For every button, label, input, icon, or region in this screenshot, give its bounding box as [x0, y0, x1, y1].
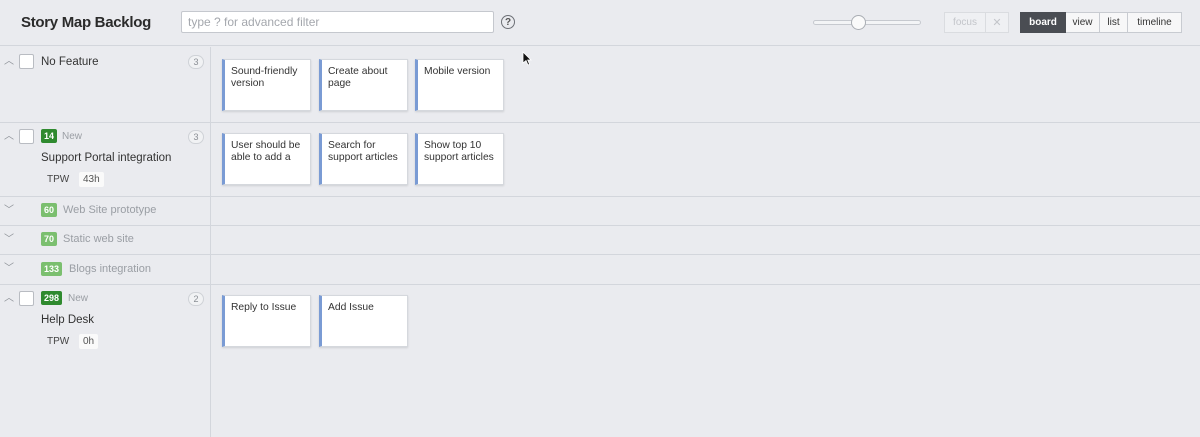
feature-title[interactable]: Help Desk [41, 314, 94, 326]
feature-state: New [68, 293, 89, 304]
zoom-slider-handle[interactable] [851, 15, 867, 30]
focus-controls: focus ✕ [944, 12, 1009, 33]
story-card[interactable]: Search for support articles [319, 133, 408, 185]
feature-title[interactable]: Static web site [63, 233, 134, 245]
story-card[interactable]: Show top 10 support articles [415, 133, 504, 185]
story-card[interactable]: User should be able to add a [222, 133, 311, 185]
story-card[interactable]: Add Issue [319, 295, 408, 347]
zoom-slider-track [813, 20, 921, 25]
expand-chevron-icon[interactable]: ﹀ [4, 235, 14, 245]
story-count-badge: 3 [188, 130, 204, 144]
clear-focus-icon[interactable]: ✕ [986, 12, 1009, 33]
feature-checkbox[interactable] [19, 129, 34, 144]
feature-row-static-web-site: ﹀ 70 Static web site [0, 225, 1200, 255]
team-label: TPW [47, 336, 70, 347]
page-title: Story Map Backlog [21, 14, 151, 31]
feature-id-badge[interactable]: 133 [41, 262, 63, 276]
expand-chevron-icon[interactable]: ﹀ [4, 206, 14, 216]
collapse-chevron-icon[interactable]: ︿ [4, 132, 14, 142]
feature-checkbox[interactable] [19, 54, 34, 69]
feature-row-support-portal: ︿ 14 New Support Portal integration 3 TP… [0, 122, 1200, 197]
feature-id-badge[interactable]: 14 [41, 129, 58, 143]
view-list-button[interactable]: list [1100, 12, 1128, 33]
help-icon[interactable]: ? [501, 15, 515, 29]
feature-row-blogs-integration: ﹀ 133 Blogs integration [0, 254, 1200, 285]
view-view-button[interactable]: view [1066, 12, 1100, 33]
feature-row-help-desk: ︿ 298 New Help Desk 2 TPW 0h Reply to Is… [0, 284, 1200, 437]
story-count-badge: 3 [188, 55, 204, 69]
view-timeline-button[interactable]: timeline [1128, 12, 1182, 33]
story-card[interactable]: Create about page [319, 59, 408, 111]
story-map-board: ︿ No Feature 3 Sound-friendly version Cr… [0, 47, 1200, 437]
feature-title[interactable]: Support Portal integration [41, 152, 171, 164]
story-card[interactable]: Reply to Issue [222, 295, 311, 347]
view-board-button[interactable]: board [1020, 12, 1066, 33]
top-bar: Story Map Backlog ? focus ✕ board view l… [0, 0, 1200, 46]
view-switcher: board view list timeline [1020, 12, 1182, 33]
feature-row-no-feature: ︿ No Feature 3 Sound-friendly version Cr… [0, 47, 1200, 123]
feature-state: New [62, 131, 83, 142]
story-count-badge: 2 [188, 292, 204, 306]
effort-badge: 43h [79, 172, 104, 187]
sidebar-divider [210, 47, 211, 437]
team-label: TPW [47, 174, 70, 185]
feature-title: No Feature [41, 56, 99, 68]
collapse-chevron-icon[interactable]: ︿ [4, 294, 14, 304]
feature-checkbox[interactable] [19, 291, 34, 306]
feature-id-badge[interactable]: 60 [41, 203, 58, 217]
filter-input[interactable] [181, 11, 494, 33]
story-card[interactable]: Mobile version [415, 59, 504, 111]
feature-id-badge[interactable]: 70 [41, 232, 58, 246]
feature-title[interactable]: Web Site prototype [63, 204, 156, 216]
zoom-slider[interactable] [813, 15, 921, 30]
focus-button[interactable]: focus [944, 12, 986, 33]
feature-id-badge[interactable]: 298 [41, 291, 63, 305]
effort-badge: 0h [79, 334, 99, 349]
collapse-chevron-icon[interactable]: ︿ [4, 57, 14, 67]
story-card[interactable]: Sound-friendly version [222, 59, 311, 111]
feature-title[interactable]: Blogs integration [69, 263, 151, 275]
feature-row-web-site-prototype: ﹀ 60 Web Site prototype [0, 196, 1200, 226]
expand-chevron-icon[interactable]: ﹀ [4, 264, 14, 274]
